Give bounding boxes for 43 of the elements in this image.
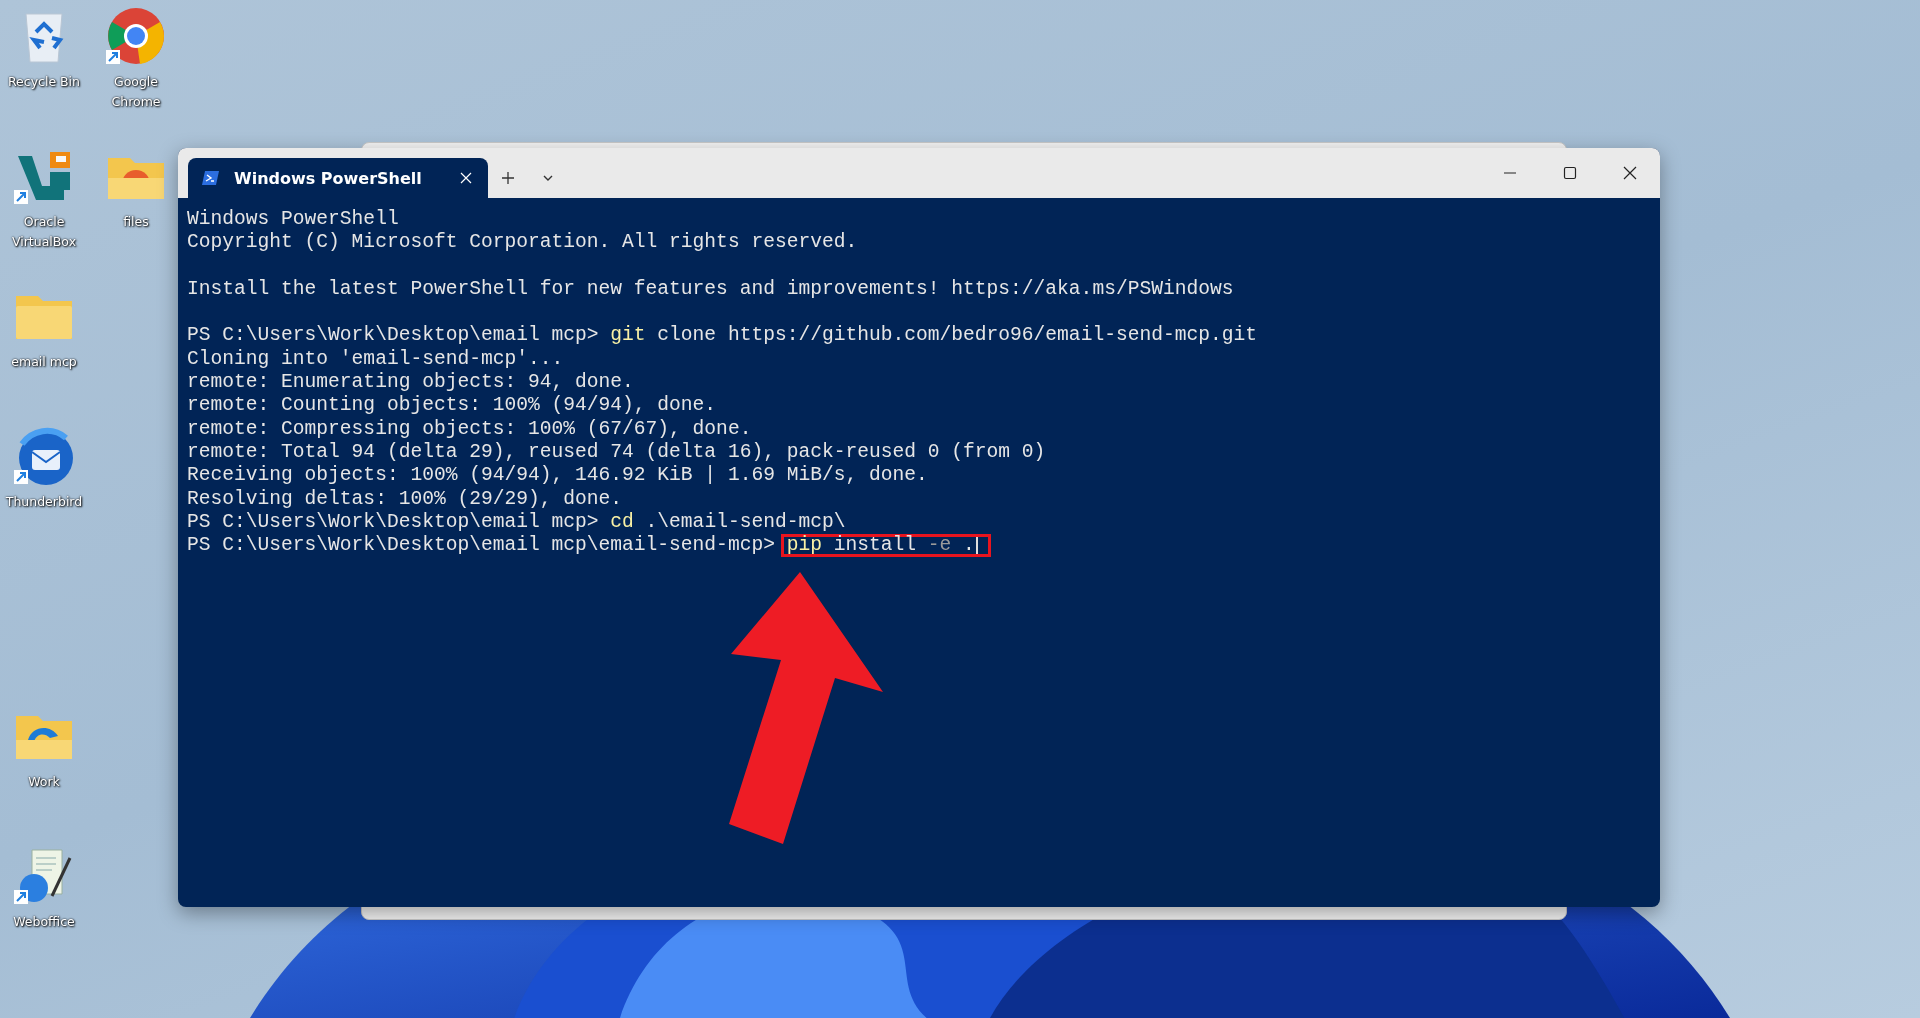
desktop-shortcut[interactable]: Recycle Bin bbox=[4, 4, 84, 92]
plus-icon bbox=[501, 171, 515, 185]
argument-text: .\email-send-mcp\ bbox=[644, 510, 846, 535]
desktop-shortcut[interactable]: Google Chrome bbox=[96, 4, 176, 112]
browser-icon bbox=[108, 8, 164, 64]
folder-app-icon bbox=[108, 158, 164, 199]
terminal-tab[interactable]: Windows PowerShell bbox=[188, 158, 488, 198]
argument-text: . bbox=[962, 537, 975, 555]
argument-text: clone https://github.com/bedro96/email-send-mcp.git bbox=[656, 324, 1257, 348]
folder-wave-icon bbox=[16, 716, 72, 759]
desktop-shortcut[interactable]: Work bbox=[4, 704, 84, 792]
close-icon bbox=[1623, 166, 1637, 180]
desktop-shortcut[interactable]: email mcp bbox=[4, 284, 84, 372]
output-text: remote: Enumerating objects: 94, done. bbox=[187, 371, 634, 395]
desktop-shortcut[interactable]: files bbox=[96, 144, 176, 232]
powershell-icon bbox=[202, 169, 220, 187]
virtualbox-icon bbox=[18, 152, 70, 200]
output-text: Receiving objects: 100% (94/94), 146.92 KiB | 1.69 MiB/s, done. bbox=[187, 464, 928, 488]
prompt-text: PS C:\Users\Work\Desktop\email mcp> bbox=[187, 510, 600, 535]
output-text: remote: Compressing objects: 100% (67/67), done. bbox=[187, 417, 752, 441]
output-text: Cloning into 'email-send-mcp'... bbox=[187, 347, 564, 372]
maximize-icon bbox=[1563, 166, 1577, 180]
flag-text: -e bbox=[927, 537, 952, 555]
command-text: git bbox=[610, 324, 646, 348]
output-text: remote: Total 94 (delta 29), reused 74 (delta 16), pack-reused 0 (from 0) bbox=[187, 440, 1046, 465]
output-text: Copyright (C) Microsoft Corporation. All rights reserved. bbox=[187, 231, 858, 255]
desktop-shortcut[interactable]: Oracle VirtualBox bbox=[4, 144, 84, 252]
mail-icon bbox=[19, 427, 73, 485]
prompt-text: PS C:\Users\Work\Desktop\email mcp\email-send-mcp> bbox=[187, 534, 776, 558]
document-icon bbox=[20, 849, 72, 902]
output-text: Windows PowerShell bbox=[187, 208, 399, 232]
desktop-shortcut[interactable]: Weboffice bbox=[4, 844, 84, 932]
output-text: Resolving deltas: 100% (29/29), done. bbox=[187, 487, 623, 511]
command-text: pip bbox=[786, 537, 822, 555]
desktop-shortcut[interactable]: Thunderbird bbox=[4, 424, 84, 512]
prompt-text: PS C:\Users\Work\Desktop\email mcp> bbox=[187, 324, 600, 348]
command-text: cd bbox=[610, 510, 634, 535]
folder-icon bbox=[16, 296, 72, 339]
output-text: remote: Counting objects: 100% (94/94), done. bbox=[187, 394, 717, 418]
recycle-bin-icon bbox=[25, 13, 64, 63]
argument-text: install bbox=[832, 537, 918, 555]
close-icon[interactable] bbox=[460, 172, 472, 184]
output-text: Install the latest PowerShell for new features and improvements! https://aka.ms/PSWindows bbox=[187, 277, 1234, 302]
